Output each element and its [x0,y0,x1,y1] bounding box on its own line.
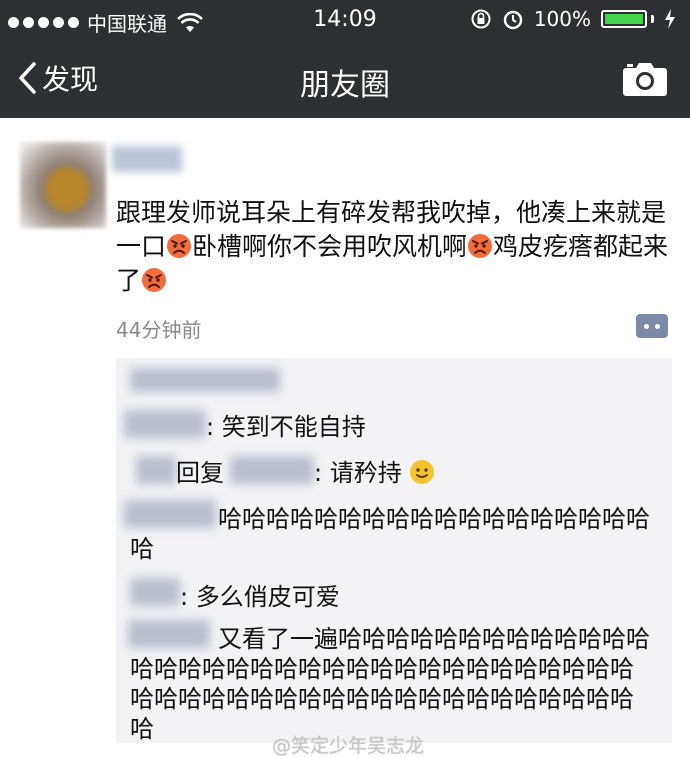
smile-face-emoji-icon [410,460,435,484]
commenter-name-blurred[interactable] [124,410,206,438]
status-right: 100% [470,7,676,31]
post-timestamp: 44分钟前 [116,318,202,342]
alarm-icon [503,10,523,30]
moments-feed: 跟理发师说耳朵上有碎发帮我吹掉，他凑上来就是一口 卧槽啊你不会用吹风机啊 鸡皮疙… [0,118,690,757]
commenter-name-blurred[interactable] [130,578,180,606]
commenter-name-blurred[interactable] [136,456,176,484]
post-text: 跟理发师说耳朵上有碎发帮我吹掉，他凑上来就是一口 卧槽啊你不会用吹风机啊 鸡皮疙… [116,196,676,298]
watermark: @笑定少年吴志龙 [272,735,425,757]
reply-target-name-blurred[interactable] [230,456,314,484]
comment-5-text: 又看了一遍哈哈哈哈哈哈哈哈哈哈哈哈哈哈哈哈哈哈哈哈哈哈哈哈哈哈哈哈哈哈哈哈哈哈哈… [130,625,650,743]
nav-bar: 发现 朋友圈 [0,40,690,118]
charging-bolt-icon [665,9,675,29]
post-text-part-2: 卧槽啊你不会用吹风机啊 [192,232,468,261]
battery-fill [605,14,643,24]
angry-face-emoji-icon [468,234,493,258]
reply-label: 回复 [176,459,224,487]
battery-icon [601,10,654,28]
avatar[interactable] [20,142,106,228]
battery-percent: 100% [533,7,591,31]
rotation-lock-icon [471,9,491,29]
comment-3-text: 哈哈哈哈哈哈哈哈哈哈哈哈哈哈哈哈哈哈哈 [130,505,650,563]
comment-2-body: : 请矜持 [314,459,402,487]
username-blurred[interactable] [112,146,182,172]
comment-button[interactable] [636,314,668,338]
likes-row-blurred [130,368,280,392]
comment-dot-icon [644,324,649,329]
comment-1-text: : 笑到不能自持 [206,413,366,441]
comment-2-text: : 请矜持 [314,458,435,488]
status-bar: 中国联通 14:09 100% [0,0,690,40]
comment-dot-icon [655,324,660,329]
camera-icon[interactable] [622,58,668,98]
angry-face-emoji-icon [167,234,192,258]
page-title: 朋友圈 [300,68,390,103]
comments-section: : 笑到不能自持 回复 : 请矜持 哈哈哈哈哈哈哈哈哈哈哈哈哈哈哈哈哈哈哈 : … [116,358,672,743]
comment-4-text: : 多么俏皮可爱 [180,583,340,611]
angry-face-emoji-icon [142,268,167,292]
